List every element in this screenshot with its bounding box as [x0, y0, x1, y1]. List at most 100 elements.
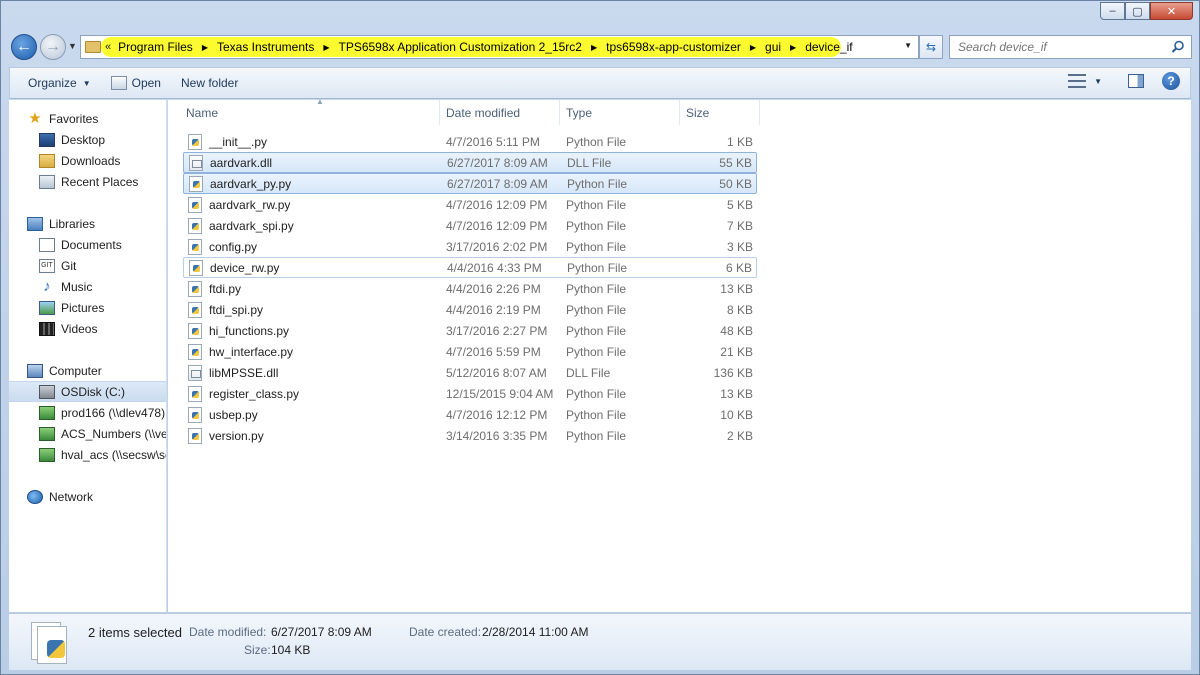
file-size: 6 KB	[725, 260, 752, 275]
file-row[interactable]: libMPSSE.dll 5/12/2016 8:07 AM DLL File …	[183, 362, 757, 383]
dll-file-icon	[189, 154, 203, 171]
file-row[interactable]: aardvark_rw.py 4/7/2016 12:09 PM Python …	[183, 194, 757, 215]
breadcrumb-separator-icon[interactable]: ▶	[202, 43, 208, 52]
nav-desktop[interactable]: Desktop	[9, 129, 166, 150]
organize-button[interactable]: Organize ▼	[18, 71, 101, 95]
address-bar[interactable]: « Program Files ▶ Texas Instruments ▶ TPS6…	[80, 35, 919, 59]
python-file-icon	[189, 259, 203, 276]
breadcrumb-gui[interactable]: gui	[765, 40, 781, 54]
nav-documents[interactable]: Documents	[9, 234, 166, 255]
file-type: Python File	[567, 176, 628, 191]
nav-libraries[interactable]: Libraries	[9, 213, 166, 234]
file-type: Python File	[566, 302, 627, 317]
close-button[interactable]: ✕	[1150, 2, 1193, 20]
file-row[interactable]: aardvark_spi.py 4/7/2016 12:09 PM Python…	[183, 215, 757, 236]
column-label: Name	[186, 105, 219, 120]
nav-network[interactable]: Network	[9, 486, 166, 507]
videos-icon	[39, 321, 55, 336]
nav-downloads[interactable]: Downloads	[9, 150, 166, 171]
column-header-type[interactable]: Type	[560, 100, 680, 125]
dll-file-icon	[188, 364, 202, 381]
nav-prod166[interactable]: prod166 (\\dlev478)	[9, 402, 166, 423]
file-row-focused[interactable]: device_rw.py 4/4/2016 4:33 PM Python Fil…	[183, 257, 757, 278]
column-header-date-modified[interactable]: Date modified	[440, 100, 560, 125]
view-dropdown-icon[interactable]: ▼	[1094, 77, 1102, 86]
maximize-button[interactable]: ▢	[1125, 2, 1150, 20]
date-created-value: 2/28/2014 11:00 AM	[482, 625, 589, 639]
nav-label: Computer	[49, 363, 102, 378]
navigation-pane[interactable]: ★ Favorites Desktop Downloads Recent Plac…	[9, 100, 167, 612]
file-type: Python File	[566, 344, 627, 359]
command-bar: Organize ▼ Open New folder ▼ ?	[9, 67, 1191, 99]
breadcrumb-separator-icon[interactable]: ▶	[591, 43, 597, 52]
column-label: Size	[686, 105, 710, 120]
file-row[interactable]: hi_functions.py 3/17/2016 2:27 PM Python…	[183, 320, 757, 341]
nav-label: Music	[61, 279, 93, 294]
nav-acs-numbers[interactable]: ACS_Numbers (\\ve	[9, 423, 166, 444]
nav-computer[interactable]: Computer	[9, 360, 166, 381]
sort-ascending-icon: ▲	[316, 97, 324, 106]
file-row-selected[interactable]: aardvark.dll 6/27/2017 8:09 AM DLL File …	[183, 152, 757, 173]
refresh-button[interactable]: ⇆	[919, 35, 943, 59]
breadcrumb-separator-icon[interactable]: ▶	[750, 43, 756, 52]
search-box[interactable]	[949, 35, 1192, 59]
file-row[interactable]: version.py 3/14/2016 3:35 PM Python File…	[183, 425, 757, 446]
minimize-button[interactable]: ‒	[1100, 2, 1125, 20]
change-view-icon[interactable]	[1068, 74, 1087, 88]
address-overflow-chevron[interactable]: «	[105, 41, 111, 53]
nav-favorites[interactable]: ★ Favorites	[9, 108, 166, 129]
search-icon[interactable]	[1171, 40, 1185, 54]
nav-hval-acs[interactable]: hval_acs (\\secsw\se	[9, 444, 166, 465]
file-row[interactable]: __init__.py 4/7/2016 5:11 PM Python File…	[183, 131, 757, 152]
selection-count: 2 items selected	[88, 625, 182, 640]
back-button[interactable]: ←	[11, 34, 37, 60]
file-row[interactable]: ftdi.py 4/4/2016 2:26 PM Python File 13 …	[183, 278, 757, 299]
address-dropdown-icon[interactable]: ▼	[904, 41, 912, 50]
nav-recent-places[interactable]: Recent Places	[9, 171, 166, 192]
nav-label: Pictures	[61, 300, 105, 315]
preview-pane-icon[interactable]	[1128, 74, 1144, 88]
nav-label: OSDisk (C:)	[61, 384, 125, 399]
file-row-selected[interactable]: aardvark_py.py 6/27/2017 8:09 AM Python …	[183, 173, 757, 194]
nav-pictures[interactable]: Pictures	[9, 297, 166, 318]
breadcrumb-separator-icon[interactable]: ▶	[323, 43, 329, 52]
nav-osdisk[interactable]: OSDisk (C:)	[9, 381, 166, 402]
file-row[interactable]: usbep.py 4/7/2016 12:12 PM Python File 1…	[183, 404, 757, 425]
file-row[interactable]: hw_interface.py 4/7/2016 5:59 PM Python …	[183, 341, 757, 362]
nav-videos[interactable]: Videos	[9, 318, 166, 339]
recent-pages-dropdown[interactable]: ▼	[68, 41, 77, 51]
file-type: Python File	[566, 197, 627, 212]
file-name: aardvark.dll	[210, 155, 273, 170]
nav-music[interactable]: ♪ Music	[9, 276, 166, 297]
nav-git[interactable]: GIT Git	[9, 255, 166, 276]
column-header-size[interactable]: Size	[680, 100, 760, 125]
file-row[interactable]: ftdi_spi.py 4/4/2016 2:19 PM Python File…	[183, 299, 757, 320]
breadcrumb-tps6598x-app-customization[interactable]: TPS6598x Application Customization 2_15r…	[339, 40, 582, 54]
file-name: version.py	[209, 428, 264, 443]
file-type: Python File	[567, 260, 628, 275]
column-label: Type	[566, 105, 593, 120]
file-row[interactable]: register_class.py 12/15/2015 9:04 AM Pyt…	[183, 383, 757, 404]
help-icon[interactable]: ?	[1162, 72, 1180, 90]
file-name: hw_interface.py	[209, 344, 294, 359]
file-row[interactable]: config.py 3/17/2016 2:02 PM Python File …	[183, 236, 757, 257]
breadcrumb-separator-icon[interactable]: ▶	[790, 43, 796, 52]
open-label: Open	[131, 76, 161, 90]
breadcrumb-tps6598x-app-customizer[interactable]: tps6598x-app-customizer	[606, 40, 741, 54]
forward-button[interactable]: →	[40, 34, 66, 60]
file-list[interactable]: Name ▲ Date modified Type Size __init__.…	[168, 97, 1191, 612]
nav-label: Favorites	[49, 111, 99, 126]
file-size: 136 KB	[713, 365, 753, 380]
new-folder-button[interactable]: New folder	[171, 71, 248, 95]
breadcrumb-program-files[interactable]: Program Files	[118, 40, 193, 54]
downloads-folder-icon	[39, 153, 55, 168]
file-date: 4/7/2016 12:12 PM	[446, 407, 548, 422]
breadcrumb-device-if[interactable]: device_if	[805, 40, 852, 54]
column-header-name[interactable]: Name ▲	[180, 97, 440, 125]
libraries-icon	[27, 216, 43, 231]
search-input[interactable]	[958, 40, 1158, 54]
file-date: 3/17/2016 2:27 PM	[446, 323, 548, 338]
open-button[interactable]: Open	[101, 71, 171, 95]
breadcrumb-texas-instruments[interactable]: Texas Instruments	[217, 40, 314, 54]
file-size: 5 KB	[726, 197, 753, 212]
